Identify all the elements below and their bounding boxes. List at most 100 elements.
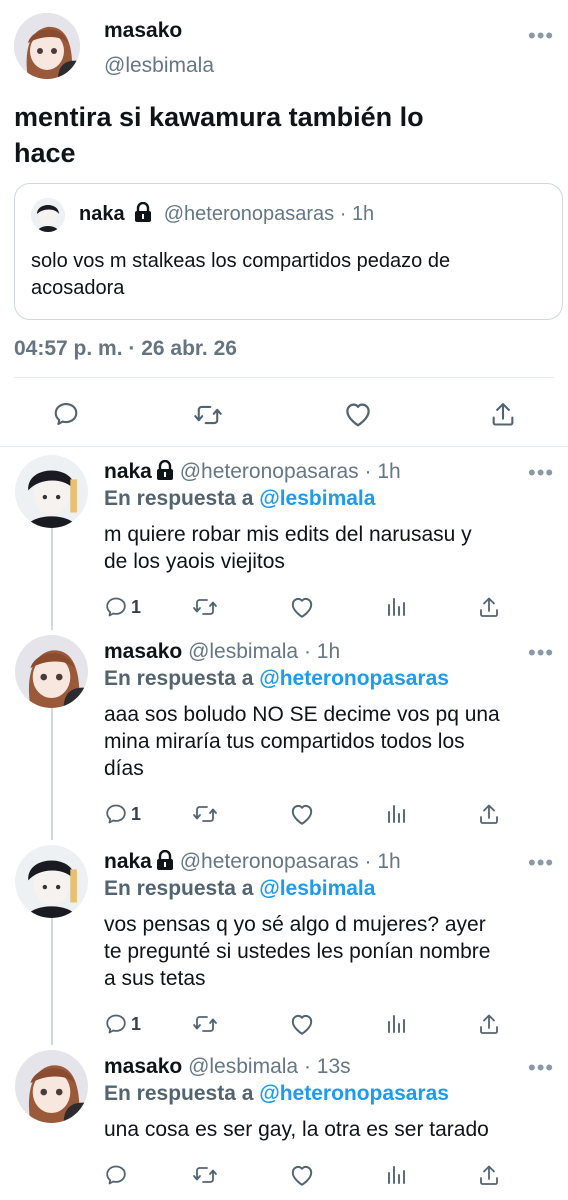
avatar-masako-art [14, 13, 80, 79]
reply-display-name[interactable]: naka [104, 850, 152, 873]
reply-sep: · [364, 850, 372, 873]
main-display-name[interactable]: masako [104, 19, 182, 43]
reply-text-line: una cosa es ser gay, la otra es ser tara… [104, 1118, 489, 1141]
reply-time[interactable]: 1h [377, 850, 400, 873]
reply-count: 1 [131, 596, 142, 617]
analytics-icon[interactable] [385, 1163, 407, 1185]
reply-to-prefix: En respuesta a [104, 487, 254, 510]
retweet-icon[interactable] [192, 802, 218, 826]
reply-to-prefix: En respuesta a [104, 1082, 254, 1105]
analytics-icon[interactable] [385, 802, 407, 824]
reply-header: masako @lesbimala · 1h [104, 640, 340, 664]
reply-display-name[interactable]: masako [104, 1055, 182, 1078]
reply-text: una cosa es ser gay, la otra es ser tara… [104, 1116, 489, 1143]
reply-time[interactable]: 1h [317, 640, 340, 663]
retweet-icon[interactable] [192, 1012, 218, 1036]
quoted-text-line-1: solo vos m stalkeas los compartidos peda… [31, 250, 451, 272]
quoted-display-name: naka [79, 203, 125, 225]
lock-icon [134, 201, 152, 228]
like-icon[interactable] [289, 802, 315, 826]
divider-section [0, 446, 568, 447]
reply-time[interactable]: 1h [377, 460, 400, 483]
reply-text: m quiere robar mis edits del narusasu y d… [104, 521, 472, 575]
reply-count: 1 [131, 803, 142, 824]
main-tweet-text: mentira si kawamura también lo hace [14, 99, 424, 171]
reply-avatar-masako[interactable] [15, 1050, 88, 1123]
reply-sep: · [364, 460, 372, 483]
reply-text-line: de los yaois viejitos [104, 550, 285, 573]
share-icon[interactable] [478, 1163, 500, 1187]
reply-display-name[interactable]: masako [104, 640, 182, 663]
reply-sep: · [303, 640, 311, 663]
share-icon[interactable] [478, 1012, 500, 1036]
reply-to-line: En respuesta a @lesbimala [104, 487, 375, 511]
reply-text-line: te pregunté si ustedes les ponían nombre [104, 940, 491, 963]
reply-icon[interactable]: 1 [104, 1012, 141, 1036]
reply-text: aaa sos boludo NO SE decime vos pq una mi… [104, 701, 500, 782]
quoted-header: naka @heteronopasaras · 1h [79, 201, 375, 228]
divider-top [14, 377, 554, 378]
reply-to-line: En respuesta a @heteronopasaras [104, 667, 449, 691]
reply-display-name[interactable]: naka [104, 460, 152, 483]
quoted-text: solo vos m stalkeas los compartidos peda… [31, 248, 450, 302]
reply-icon[interactable] [104, 1163, 131, 1187]
reply-text-line: mina miraría tus compartidos todos los [104, 730, 465, 753]
reply-text-line: días [104, 757, 144, 780]
share-icon[interactable] [478, 802, 500, 826]
lock-icon [156, 849, 174, 876]
like-icon[interactable] [289, 1012, 315, 1036]
reply-to-link[interactable]: @heteronopasaras [259, 667, 449, 690]
like-icon[interactable] [289, 595, 315, 619]
quoted-time: 1h [351, 203, 375, 225]
more-options-icon[interactable]: ••• [528, 852, 554, 874]
more-options-icon[interactable]: ••• [528, 25, 554, 47]
main-timestamp[interactable]: 04:57 p. m. · 26 abr. 26 [14, 337, 237, 361]
thread-line [51, 708, 53, 840]
main-handle[interactable]: @lesbimala [104, 54, 214, 78]
reply-to-line: En respuesta a @heteronopasaras [104, 1082, 449, 1106]
reply-handle[interactable]: @lesbimala [188, 640, 298, 663]
reply-header: naka @heteronopasaras · 1h [104, 459, 401, 486]
like-icon[interactable] [289, 1163, 315, 1187]
quoted-sep: · [339, 203, 347, 225]
reply-text-line: vos pensas q yo sé algo d mujeres? ayer [104, 913, 486, 936]
like-icon[interactable] [343, 400, 373, 428]
reply-avatar-naka[interactable] [15, 845, 88, 918]
reply-icon[interactable]: 1 [104, 802, 141, 826]
reply-avatar-naka[interactable] [15, 455, 88, 528]
reply-to-link[interactable]: @lesbimala [259, 487, 375, 510]
reply-to-link[interactable]: @lesbimala [259, 877, 375, 900]
reply-sep: · [303, 1055, 311, 1078]
retweet-icon[interactable] [193, 401, 223, 429]
reply-icon[interactable]: 1 [104, 595, 141, 619]
reply-text: vos pensas q yo sé algo d mujeres? ayer t… [104, 911, 490, 992]
more-options-icon[interactable]: ••• [528, 642, 554, 664]
reply-time[interactable]: 13s [317, 1055, 351, 1078]
main-tweet-line-2: hace [14, 138, 76, 168]
analytics-icon[interactable] [385, 1012, 407, 1034]
thread-line [51, 918, 53, 1045]
reply-to-link[interactable]: @heteronopasaras [259, 1082, 449, 1105]
thread-line [51, 528, 53, 630]
more-options-icon[interactable]: ••• [528, 462, 554, 484]
quoted-avatar [31, 198, 65, 232]
analytics-icon[interactable] [385, 595, 407, 617]
reply-to-prefix: En respuesta a [104, 667, 254, 690]
reply-header: masako @lesbimala · 13s [104, 1055, 351, 1079]
share-icon[interactable] [490, 400, 516, 428]
reply-avatar-masako[interactable] [15, 635, 88, 708]
reply-handle[interactable]: @heteronopasaras [180, 850, 359, 873]
reply-handle[interactable]: @heteronopasaras [180, 460, 359, 483]
avatar-masako[interactable] [14, 13, 80, 79]
reply-header: naka @heteronopasaras · 1h [104, 849, 401, 876]
quoted-avatar-art [31, 198, 65, 232]
retweet-icon[interactable] [192, 1163, 218, 1187]
quoted-tweet-card[interactable]: naka @heteronopasaras · 1h solo vos m st… [14, 183, 563, 320]
share-icon[interactable] [478, 595, 500, 619]
retweet-icon[interactable] [192, 595, 218, 619]
more-options-icon[interactable]: ••• [528, 1057, 554, 1079]
reply-icon[interactable] [52, 400, 80, 428]
reply-handle[interactable]: @lesbimala [188, 1055, 298, 1078]
reply-to-line: En respuesta a @lesbimala [104, 877, 375, 901]
reply-to-prefix: En respuesta a [104, 877, 254, 900]
